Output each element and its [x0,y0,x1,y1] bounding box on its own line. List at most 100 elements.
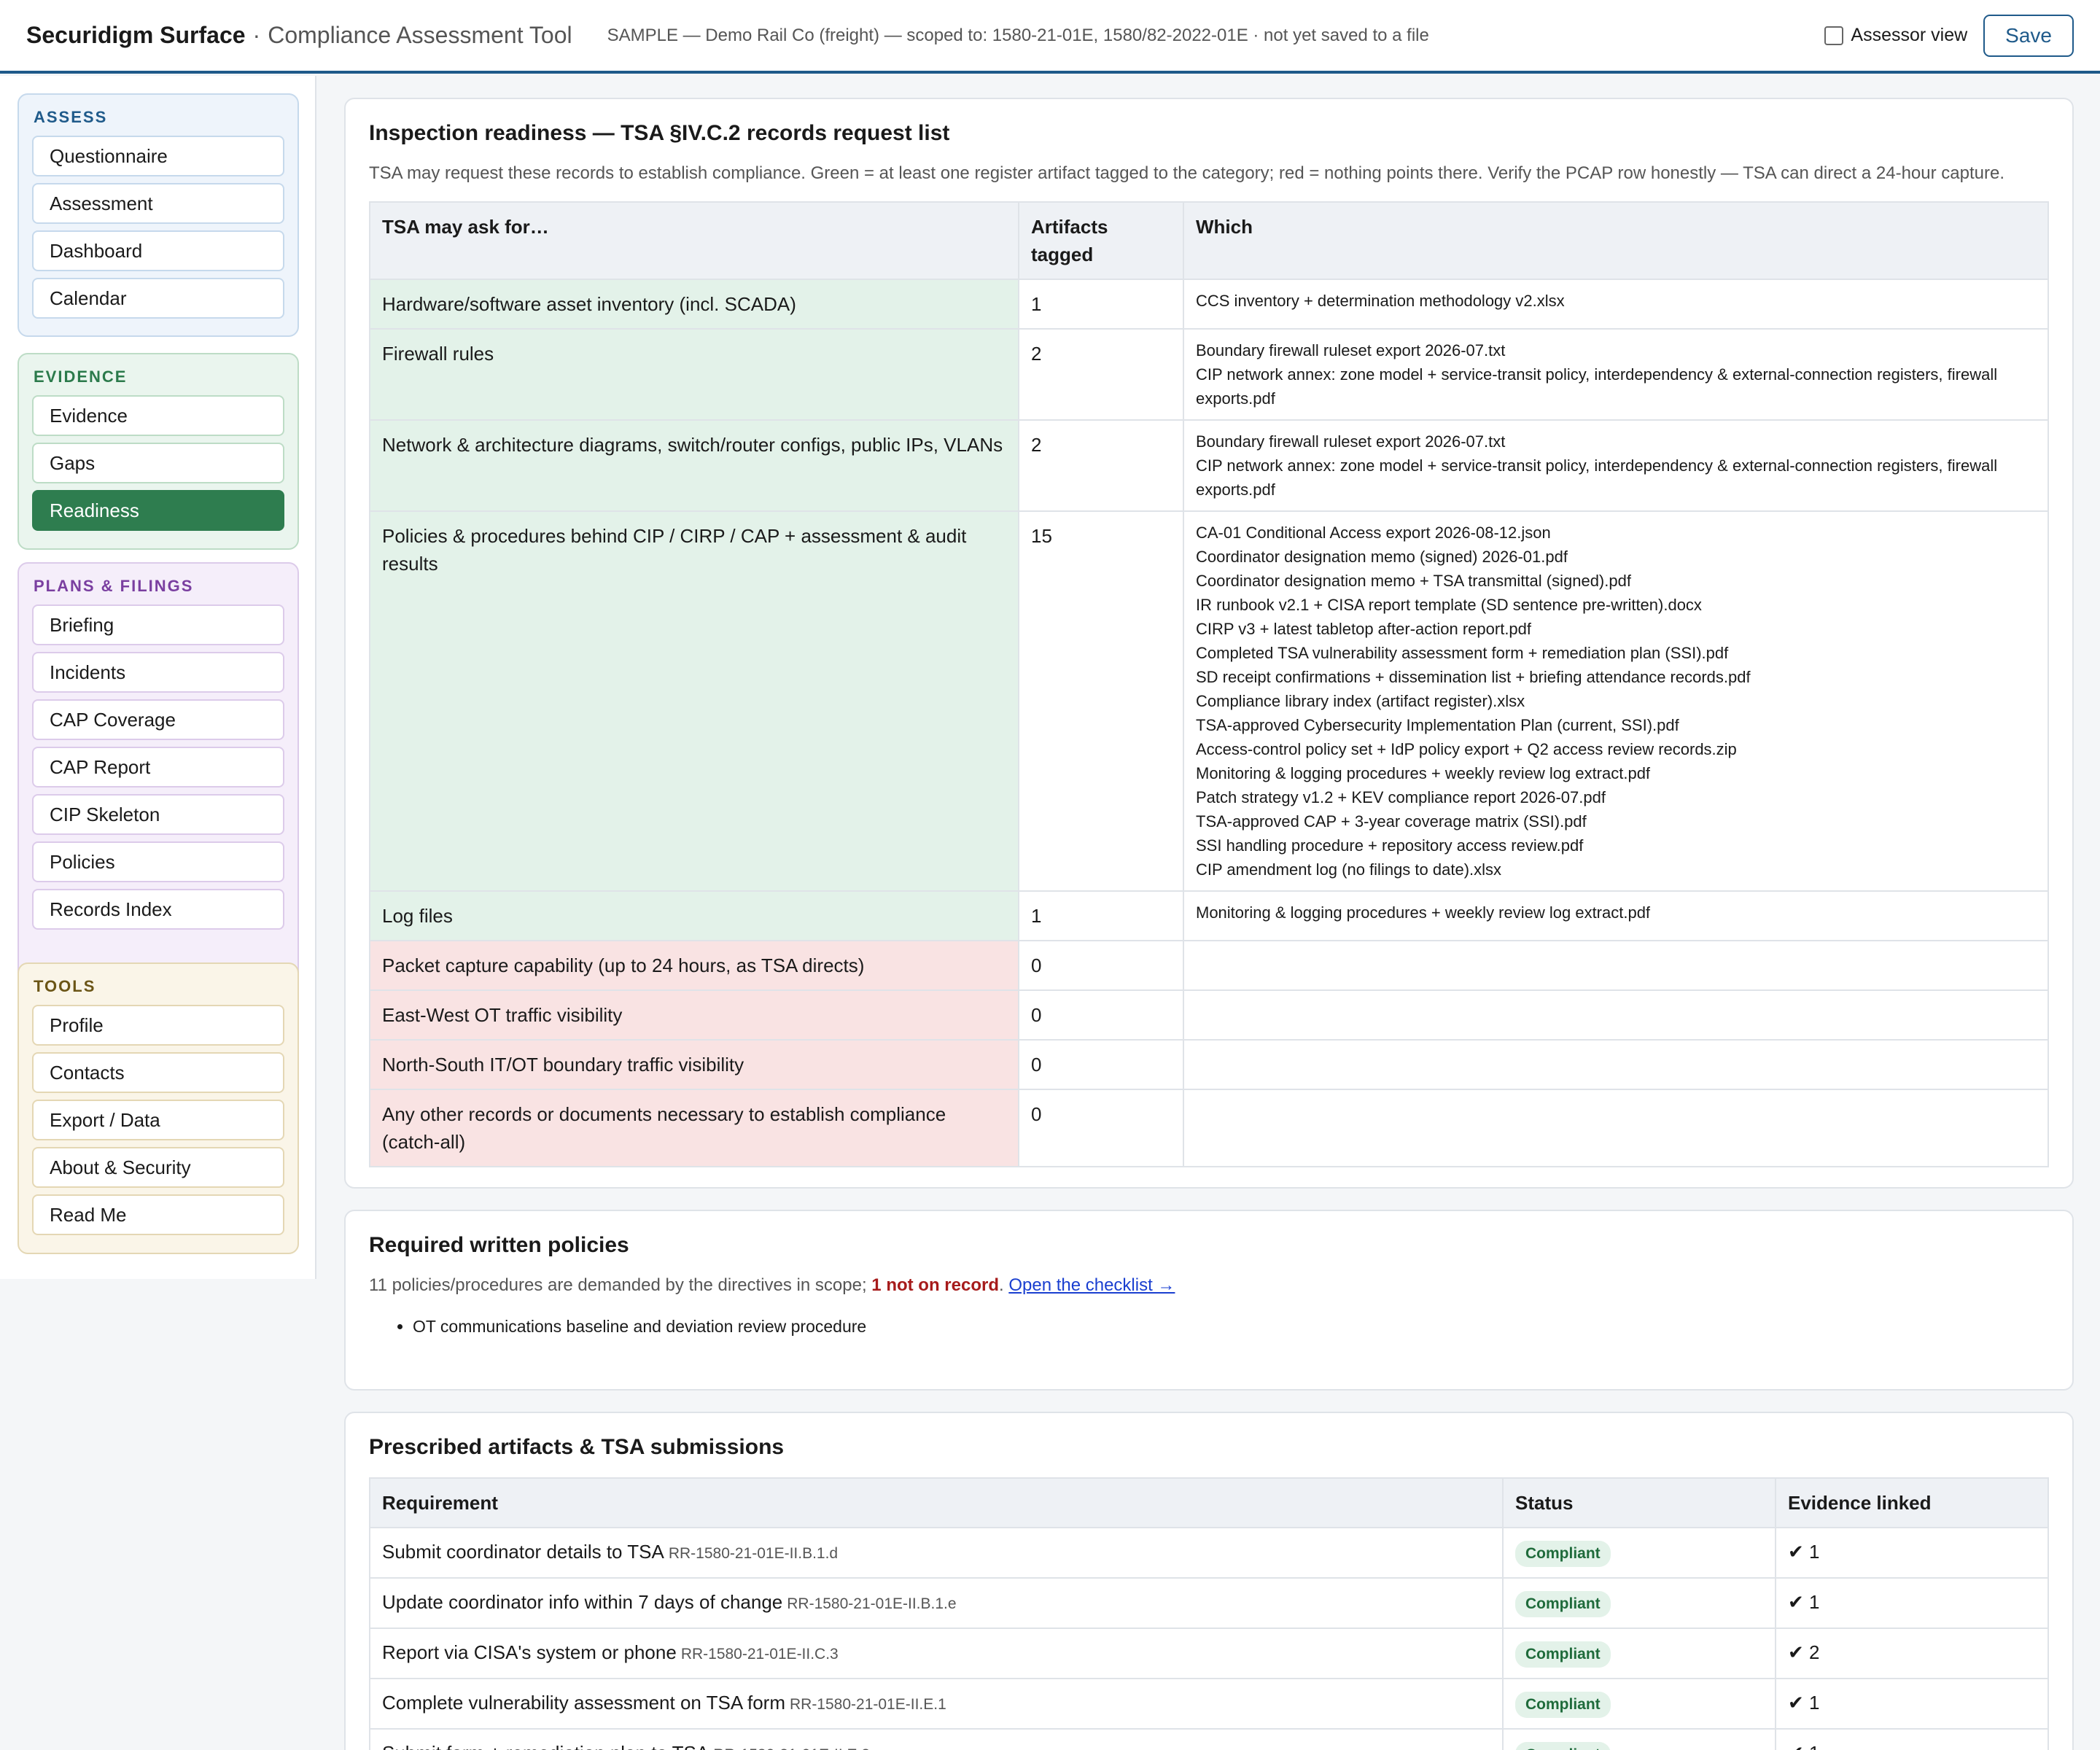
evidence-linked: ✔ 1 [1775,1678,2049,1730]
nav-evidence[interactable]: Evidence [32,395,284,436]
requirement-cell: Submit coordinator details to TSA RR-1580… [369,1527,1504,1579]
nav-about-security[interactable]: About & Security [32,1147,284,1188]
artifact-file: CIRP v3 + latest tabletop after-action r… [1196,620,1532,638]
readiness-card: Inspection readiness — TSA §IV.C.2 recor… [344,98,2074,1189]
artifact-file: Completed TSA vulnerability assessment f… [1196,644,1729,662]
artifact-file: Monitoring & logging procedures + weekly… [1196,764,1651,782]
evidence-linked: ✔ 1 [1775,1527,2049,1579]
artifact-list: Boundary firewall ruleset export 2026-07… [1183,328,2049,421]
assessor-view-checkbox[interactable] [1824,26,1844,45]
table-row: Report via CISA's system or phone RR-1580… [369,1628,2049,1679]
missing-policies-list: OT communications baseline and deviation… [413,1313,2049,1339]
artifact-count: 0 [1018,940,1184,991]
requirement-cell: Submit form + remediation plan to TSA RR-… [369,1728,1504,1750]
records-request-body: Hardware/software asset inventory (incl.… [369,279,2049,1167]
requirement-cell: Update coordinator info within 7 days of… [369,1577,1504,1629]
table-row: Submit coordinator details to TSA RR-1580… [369,1527,2049,1579]
artifact-file: Boundary firewall ruleset export 2026-07… [1196,432,1506,451]
nav-dashboard[interactable]: Dashboard [32,230,284,271]
status-badge: Compliant [1515,1641,1611,1668]
col-header-count: Artifacts tagged [1018,201,1184,280]
policies-summary-suffix: . [998,1275,1009,1295]
assessor-view-label: Assessor view [1851,25,1968,45]
table-row: Network & architecture diagrams, switch/… [369,419,2049,512]
requirement-id: RR-1580-21-01E-II.B.1.e [787,1595,957,1612]
nav-records-index[interactable]: Records Index [32,889,284,930]
readiness-title: Inspection readiness — TSA §IV.C.2 recor… [369,121,950,145]
artifact-list [1183,1039,2049,1090]
artifact-file: Coordinator designation memo (signed) 20… [1196,548,1568,566]
nav-incidents[interactable]: Incidents [32,652,284,693]
table-header-row: TSA may ask for… Artifacts tagged Which [369,201,2049,280]
col-header-item: TSA may ask for… [369,201,1019,280]
table-row: East-West OT traffic visibility 0 [369,989,2049,1041]
artifact-file: CCS inventory + determination methodolog… [1196,292,1565,310]
header-actions: Assessor view Save [1824,14,2074,57]
table-row: Update coordinator info within 7 days of… [369,1577,2049,1629]
nav-read-me[interactable]: Read Me [32,1194,284,1235]
request-item: Log files [369,890,1019,941]
artifact-count: 0 [1018,1039,1184,1090]
table-row: Policies & procedures behind CIP / CIRP … [369,510,2049,892]
nav-profile[interactable]: Profile [32,1005,284,1046]
table-header-row: Requirement Status Evidence linked [369,1477,2049,1528]
artifact-count: 1 [1018,890,1184,941]
nav-questionnaire[interactable]: Questionnaire [32,136,284,176]
col-header-status: Status [1502,1477,1776,1528]
list-item: OT communications baseline and deviation… [413,1313,2049,1339]
table-row: North-South IT/OT boundary traffic visib… [369,1039,2049,1090]
table-row: Hardware/software asset inventory (incl.… [369,279,2049,330]
nav-cip-skeleton[interactable]: CIP Skeleton [32,794,284,835]
nav-cap-report[interactable]: CAP Report [32,747,284,788]
status-cell: Compliant [1502,1577,1776,1629]
status-badge: Compliant [1515,1692,1611,1718]
request-item: Hardware/software asset inventory (incl.… [369,279,1019,330]
nav-policies[interactable]: Policies [32,841,284,882]
artifact-file: Patch strategy v1.2 + KEV compliance rep… [1196,788,1606,806]
artifact-file: TSA-approved CAP + 3-year coverage matri… [1196,812,1587,831]
table-row: Any other records or documents necessary… [369,1089,2049,1167]
requirement-id: RR-1580-21-01E-II.C.3 [680,1646,839,1662]
artifact-file: CIP network annex: zone model + service-… [1196,365,1998,408]
artifact-count: 15 [1018,510,1184,892]
artifact-count: 0 [1018,989,1184,1041]
app-brand: Securidigm Surface [26,22,246,48]
nav-cap-coverage[interactable]: CAP Coverage [32,699,284,740]
assessor-view-toggle[interactable]: Assessor view [1824,25,1967,46]
nav-group-title: ASSESS [34,108,108,126]
nav-group-evidence: EVIDENCE Evidence Gaps Readiness [18,353,299,550]
status-cell: Compliant [1502,1527,1776,1579]
nav-gaps[interactable]: Gaps [32,443,284,483]
nav-assessment[interactable]: Assessment [32,183,284,224]
table-row: Log files 1 Monitoring & logging procedure… [369,890,2049,941]
status-cell: Compliant [1502,1728,1776,1750]
requirement-text: Submit coordinator details to TSA [382,1541,664,1563]
col-header-which: Which [1183,201,2049,280]
scope-status: SAMPLE — Demo Rail Co (freight) — scoped… [607,25,1429,45]
open-checklist-link[interactable]: Open the checklist → [1008,1275,1175,1295]
nav-contacts[interactable]: Contacts [32,1052,284,1093]
nav-export-data[interactable]: Export / Data [32,1100,284,1140]
request-item: North-South IT/OT boundary traffic visib… [369,1039,1019,1090]
evidence-linked: ✔ 1 [1775,1577,2049,1629]
nav-briefing[interactable]: Briefing [32,604,284,645]
save-button[interactable]: Save [1983,14,2074,57]
sidebar: ASSESS Questionnaire Assessment Dashboar… [0,76,316,1279]
nav-group-tools: TOOLS Profile Contacts Export / Data Abo… [18,962,299,1254]
requirement-id: RR-1580-21-01E-II.E.1 [789,1696,946,1713]
status-cell: Compliant [1502,1628,1776,1679]
status-badge: Compliant [1515,1742,1611,1750]
requirement-text: Update coordinator info within 7 days of… [382,1591,783,1613]
nav-calendar[interactable]: Calendar [32,278,284,319]
nav-readiness[interactable]: Readiness [32,490,284,531]
artifact-list: Boundary firewall ruleset export 2026-07… [1183,419,2049,512]
artifact-count: 2 [1018,328,1184,421]
artifacts-title: Prescribed artifacts & TSA submissions [369,1435,785,1459]
nav-group-title: TOOLS [34,977,96,995]
artifact-list: CA-01 Conditional Access export 2026-08-… [1183,510,2049,892]
artifact-count: 0 [1018,1089,1184,1167]
request-item: Network & architecture diagrams, switch/… [369,419,1019,512]
requirement-text: Report via CISA's system or phone [382,1641,677,1663]
status-badge: Compliant [1515,1591,1611,1617]
artifact-list: Monitoring & logging procedures + weekly… [1183,890,2049,941]
